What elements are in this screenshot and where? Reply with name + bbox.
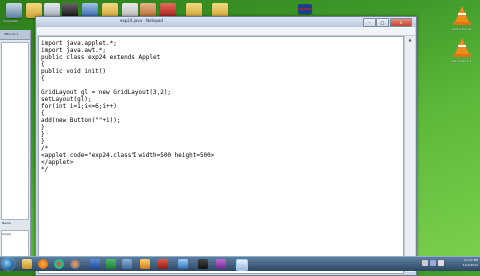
vertical-scrollbar[interactable]: ▲ ▼ [404, 36, 415, 272]
scroll-up-icon[interactable]: ▲ [405, 36, 415, 44]
computer-icon[interactable] [6, 3, 22, 18]
maximize-button[interactable]: □ [376, 18, 389, 27]
image-viewer-icon[interactable] [216, 259, 226, 269]
desktop-label-computer: Computer [3, 19, 18, 23]
app-icon[interactable] [122, 259, 132, 269]
explorer-icon[interactable] [22, 259, 32, 269]
flag-icon[interactable] [298, 4, 312, 14]
firefox-icon[interactable] [70, 259, 80, 269]
pane-title-scope: Scope [2, 232, 12, 236]
vlc-label-recorder: Recorder 2.1 [452, 59, 472, 63]
tray-volume-icon[interactable] [438, 260, 444, 266]
tray-flag-icon[interactable] [422, 260, 428, 266]
taskbar: 12:27 PM 11/1/2012 [0, 256, 480, 271]
clock-date: 11/1/2012 [462, 263, 478, 267]
paint-icon[interactable] [140, 259, 150, 269]
minimize-button[interactable]: – [363, 18, 376, 27]
text-cursor-icon: I [133, 152, 137, 159]
background-app-title: DBG 22.1 [0, 30, 30, 40]
close-button[interactable]: x [390, 18, 412, 27]
excel-icon[interactable] [106, 259, 116, 269]
vlc-label-audio-burner: Audio Burner [452, 27, 472, 31]
pane-title-name: Name [2, 221, 11, 225]
browser-icon[interactable] [54, 259, 64, 269]
background-app-pane-top [1, 42, 29, 220]
notepad-titlebar[interactable]: exp24.java - Notepad – □ x [36, 17, 416, 27]
notepad-title: exp24.java - Notepad [120, 18, 164, 23]
notepad-window[interactable]: exp24.java - Notepad – □ x File Edit For… [35, 16, 417, 276]
red-app-icon[interactable] [158, 259, 168, 269]
notepad-text-area[interactable]: import java.applet.*; import java.awt.*;… [38, 36, 404, 274]
system-clock[interactable]: 12:27 PM 11/1/2012 [463, 258, 478, 268]
notepad-icon[interactable] [236, 259, 248, 271]
media-icon[interactable] [178, 259, 188, 269]
tray-network-icon[interactable] [430, 260, 436, 266]
background-app-window[interactable]: DBG 22.1 Name Scope [0, 30, 31, 262]
start-button[interactable] [2, 258, 14, 270]
source-code: import java.applet.*; import java.awt.*;… [41, 40, 215, 173]
notepad-menubar: File Edit Format View Help [37, 27, 415, 43]
media-player-icon[interactable] [38, 259, 48, 269]
word-icon[interactable] [90, 259, 100, 269]
terminal-icon[interactable] [198, 259, 208, 269]
